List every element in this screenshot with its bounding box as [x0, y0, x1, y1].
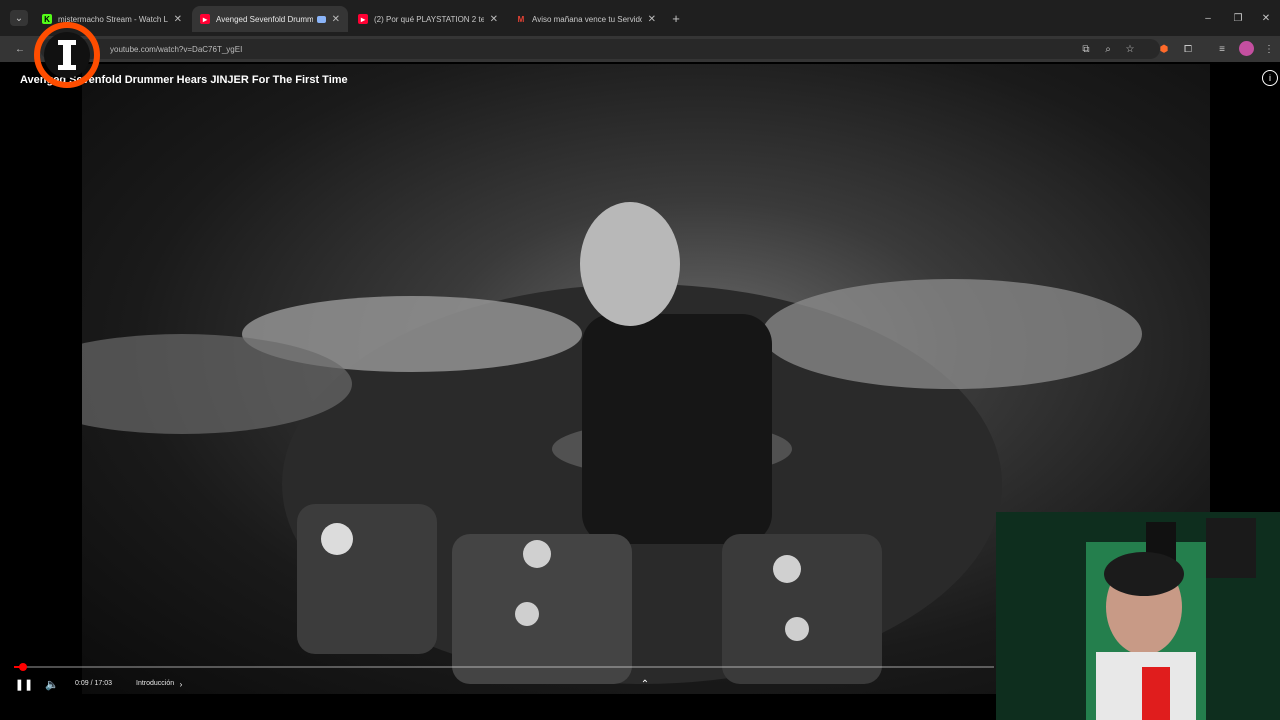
youtube-icon: ▸ [200, 14, 210, 24]
channel-watermark-logo [34, 22, 100, 88]
tab-search-chevron-icon[interactable]: ⌄ [10, 10, 28, 26]
new-tab-icon[interactable]: + [668, 10, 684, 26]
kebab-menu-icon[interactable]: ⋮ [1262, 41, 1276, 57]
url-text: youtube.com/watch?v=DaC76T_ygEI [110, 44, 243, 54]
puzzle-extensions-icon[interactable]: ⧠ [1180, 41, 1196, 57]
tab-youtube[interactable]: ▸ (2) Por qué PLAYSTATION 2 ten ✕ [350, 6, 506, 32]
close-window-icon[interactable]: ✕ [1258, 10, 1274, 26]
chevron-right-icon[interactable]: › [176, 678, 186, 690]
back-arrow-icon[interactable]: ← [12, 41, 28, 57]
tab-title: (2) Por qué PLAYSTATION 2 ten [374, 14, 484, 24]
tab-title: Aviso mañana vence tu Servido [532, 14, 642, 24]
close-tab-icon[interactable]: ✕ [648, 14, 656, 25]
minimize-icon[interactable]: – [1200, 10, 1216, 26]
close-tab-icon[interactable]: ✕ [490, 14, 498, 25]
scrubber-handle[interactable] [18, 663, 27, 671]
progress-bar[interactable] [14, 663, 994, 671]
info-icon[interactable]: i [1262, 70, 1278, 86]
chevron-up-icon[interactable]: ⌃ [638, 678, 652, 690]
browser-toolbar: ← youtube.com/watch?v=DaC76T_ygEI ⧉ ⌕ ☆ … [0, 36, 1280, 62]
extension-icon[interactable]: ⬢ [1156, 41, 1172, 57]
youtube-icon: ▸ [358, 14, 368, 24]
install-app-icon[interactable]: ⧉ [1078, 41, 1094, 57]
streamer-webcam-overlay [996, 512, 1280, 720]
tab-youtube-active[interactable]: ▸ Avenged Sevenfold Drumm ✕ [192, 6, 348, 32]
webcam-scene [996, 512, 1280, 720]
tab-title: Avenged Sevenfold Drumm [216, 14, 313, 24]
bookmark-star-icon[interactable]: ☆ [1122, 41, 1138, 57]
address-bar[interactable]: youtube.com/watch?v=DaC76T_ygEI [40, 39, 1160, 59]
time-display: 0:09 / 17:03 [75, 680, 112, 687]
volume-icon[interactable]: 🔈 [44, 676, 60, 692]
media-control-icon[interactable]: ≡ [1214, 41, 1230, 57]
cast-icon [316, 15, 326, 23]
pause-icon[interactable]: ❚❚ [15, 676, 33, 692]
close-tab-icon[interactable]: ✕ [174, 14, 182, 25]
chapter-label[interactable]: Introducción [136, 680, 174, 687]
browser-tab-strip: ⌄ K mistermacho Stream - Watch Li ✕ ▸ Av… [0, 0, 1280, 36]
gmail-icon: M [517, 14, 525, 24]
tab-gmail[interactable]: M Aviso mañana vence tu Servido ✕ [508, 6, 664, 32]
zoom-icon[interactable]: ⌕ [1100, 41, 1116, 57]
profile-avatar-icon[interactable] [1239, 41, 1254, 56]
close-tab-icon[interactable]: ✕ [332, 14, 340, 25]
restore-icon[interactable]: ❐ [1230, 10, 1246, 26]
